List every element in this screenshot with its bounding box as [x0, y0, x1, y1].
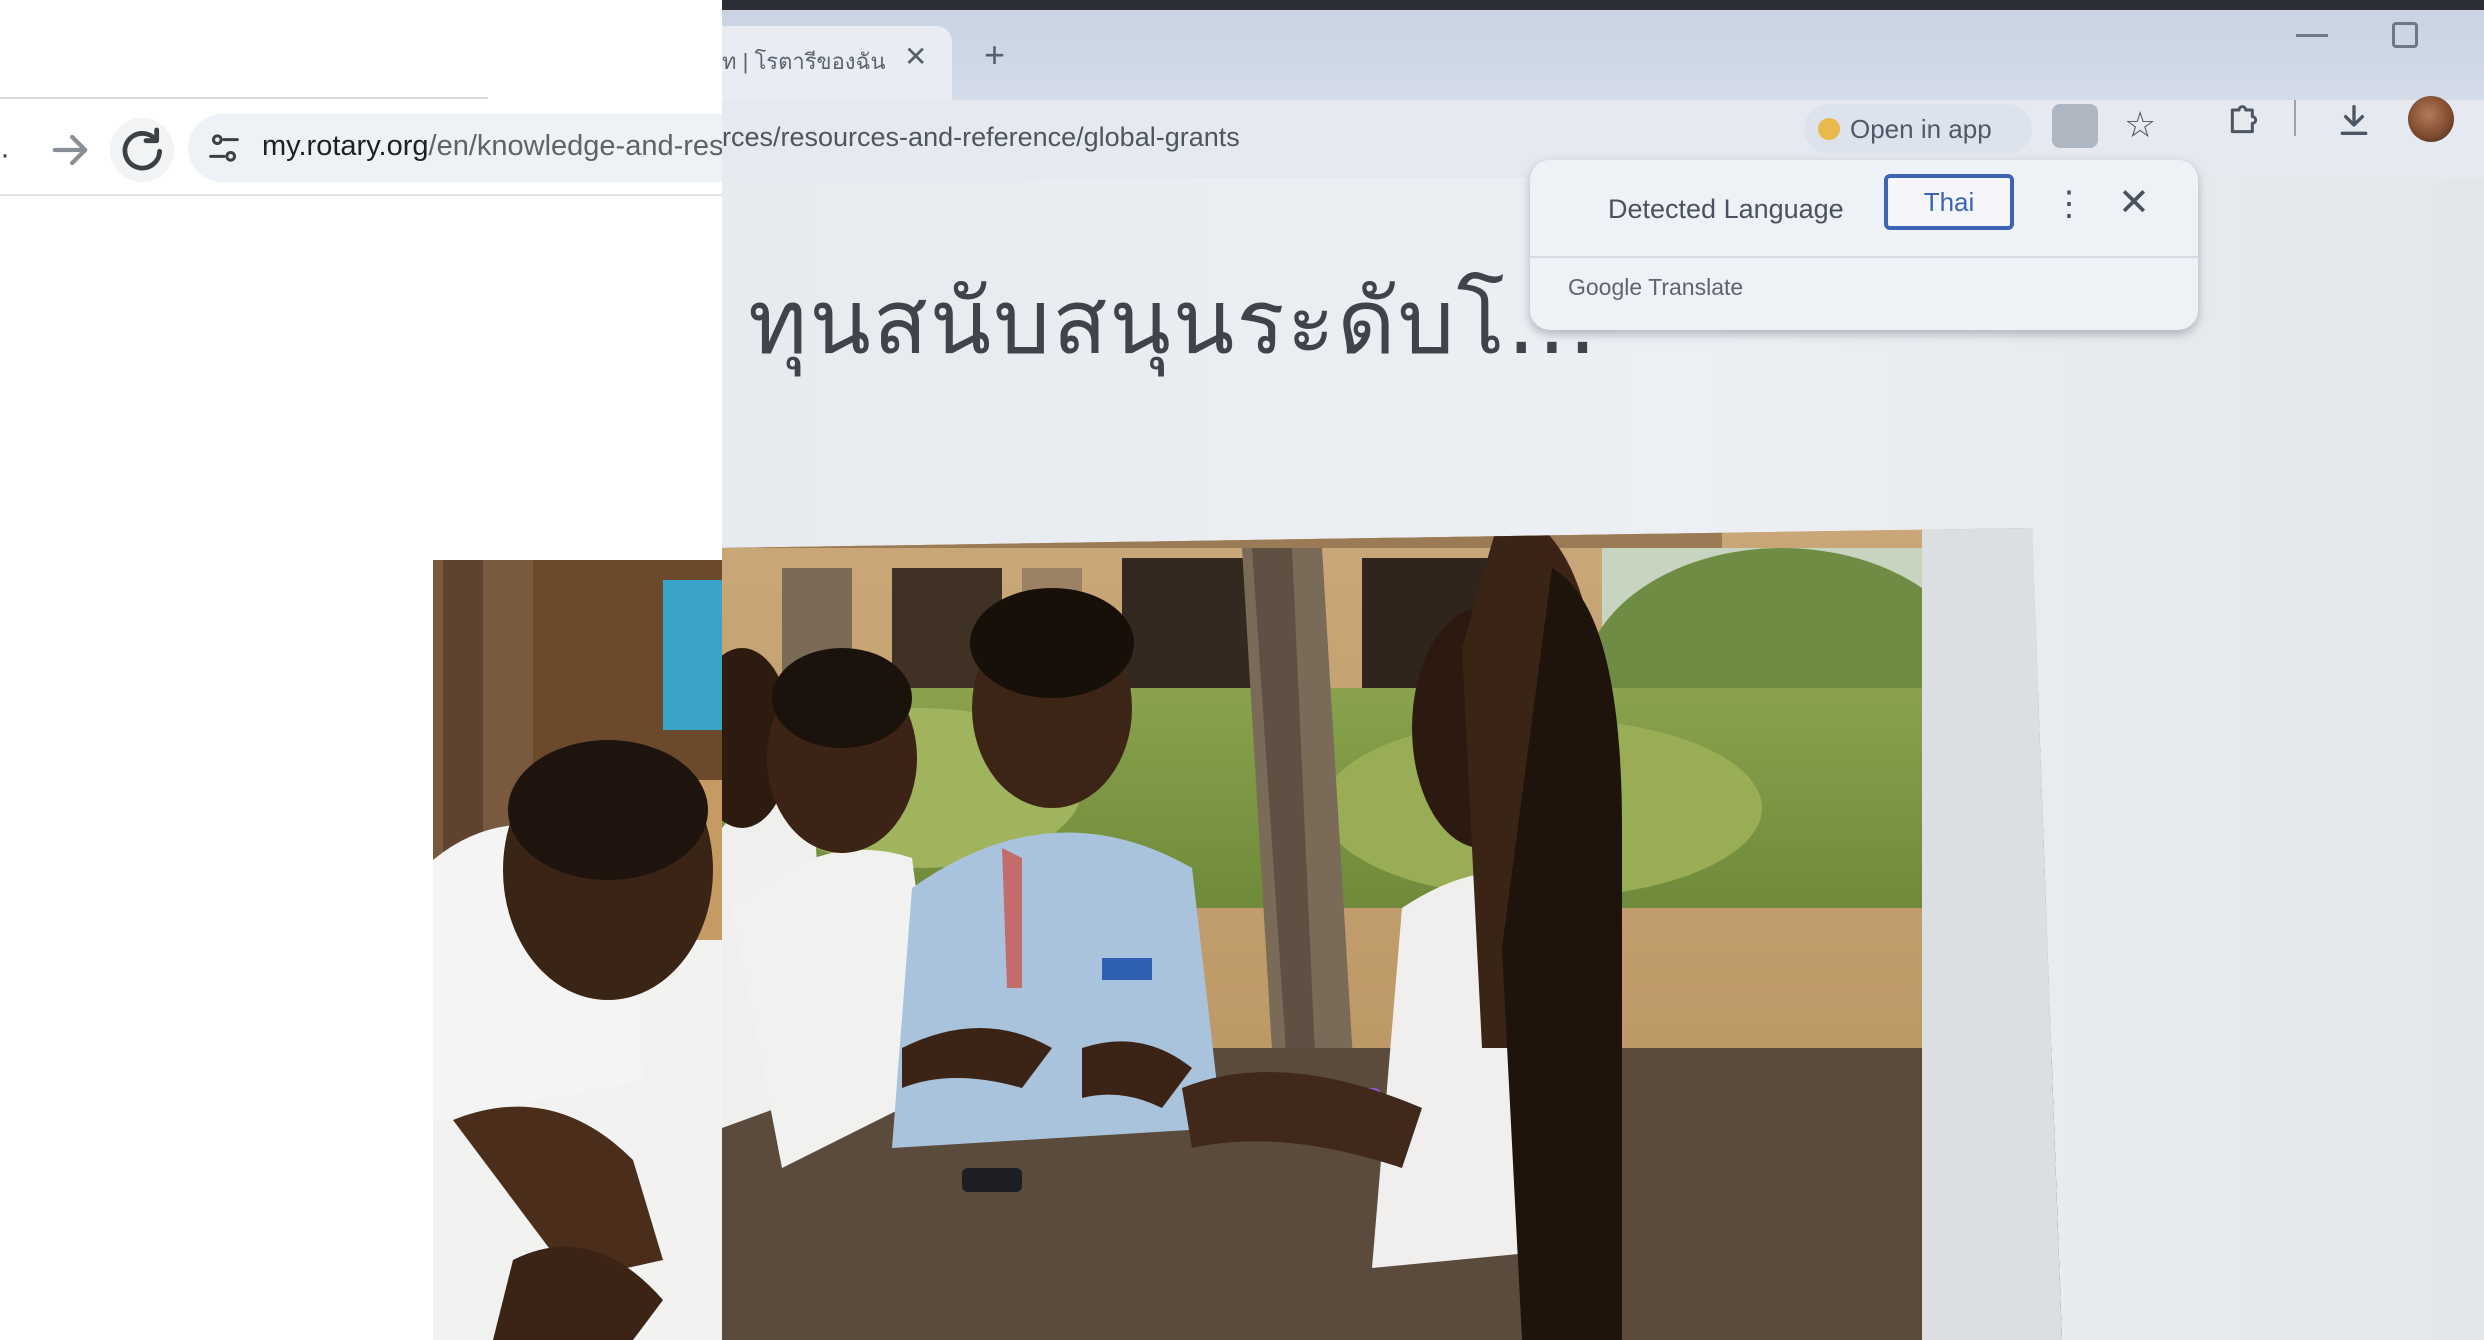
maximize-button[interactable] — [2392, 22, 2418, 48]
browser-left-strip: · my.rotary.org/en/knowledge-and-res — [0, 0, 722, 1340]
more-options-icon[interactable]: ⋮ — [2052, 184, 2086, 224]
new-tab-button[interactable]: + — [984, 34, 1005, 76]
avatar[interactable] — [2408, 96, 2454, 142]
monitor-bezel — [722, 0, 2484, 10]
detected-language-option[interactable]: Detected Language — [1608, 194, 1844, 225]
close-icon[interactable]: ✕ — [904, 40, 927, 73]
thai-language-option[interactable]: Thai — [1884, 174, 2014, 230]
star-icon[interactable]: ☆ — [2124, 104, 2156, 146]
tab-title: ท | โรตารีของฉัน — [722, 49, 886, 74]
tune-icon[interactable] — [204, 128, 244, 168]
translate-popup: Detected Language Thai ⋮ ✕ Google Transl… — [1530, 160, 2198, 330]
back-arrow-icon[interactable]: · — [0, 138, 10, 172]
photographed-browser: ท | โรตารีของฉัน ✕ + rces/resources-and-… — [722, 0, 2484, 1340]
open-in-app-label: Open in app — [1850, 114, 1992, 144]
url-path: /en/knowledge-and-res — [428, 130, 722, 162]
popup-divider — [1530, 256, 2198, 258]
students-photo-left — [433, 560, 722, 1340]
open-in-app-button[interactable]: Open in app — [1804, 104, 2032, 154]
reload-button[interactable] — [110, 118, 174, 182]
translate-icon[interactable] — [2052, 104, 2098, 148]
reload-icon — [122, 127, 162, 171]
close-icon[interactable]: ✕ — [2118, 180, 2150, 225]
hero-photo — [722, 528, 2062, 1340]
photo-fragment-left — [433, 560, 722, 1340]
app-icon — [1818, 118, 1840, 140]
minimize-button[interactable] — [2296, 34, 2328, 37]
download-icon[interactable] — [2334, 100, 2374, 140]
tab-strip-edge — [0, 97, 488, 99]
url-host: my.rotary.org — [262, 130, 429, 162]
toolbar-divider — [2294, 100, 2296, 136]
page-title: ทุนสนับสนุนระดับโ... — [748, 270, 1599, 375]
url-text-continued[interactable]: rces/resources-and-reference/global-gran… — [722, 122, 1240, 153]
puzzle-icon[interactable] — [2224, 100, 2264, 140]
students-photo — [722, 528, 2062, 1340]
forward-arrow-icon[interactable] — [44, 124, 96, 176]
url-text[interactable]: my.rotary.org/en/knowledge-and-res — [262, 126, 722, 166]
